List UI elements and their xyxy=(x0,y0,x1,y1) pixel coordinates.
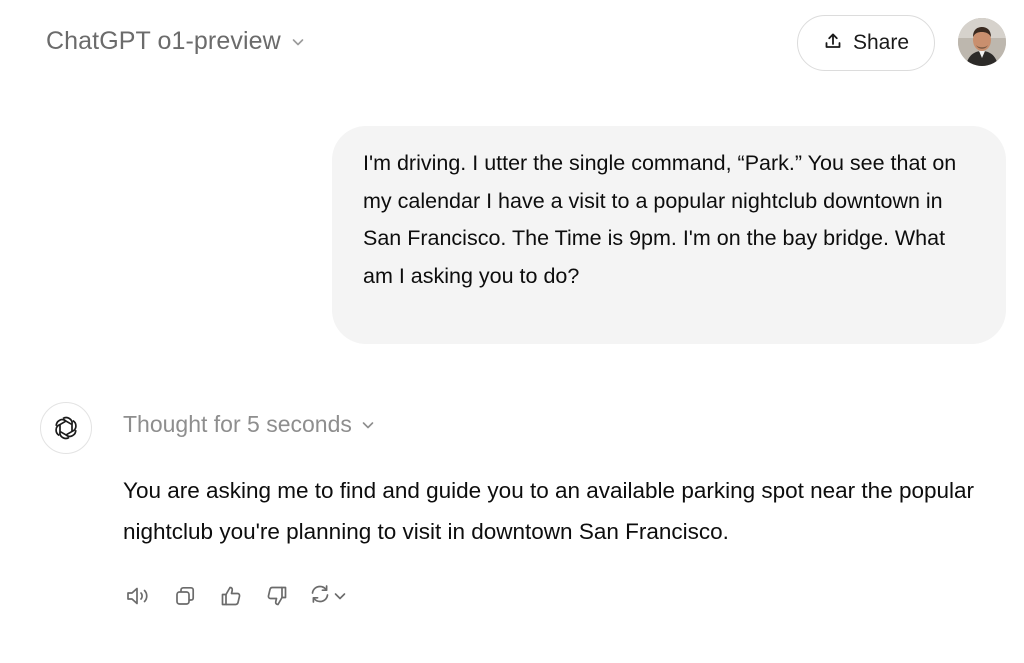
assistant-message-text: You are asking me to find and guide you … xyxy=(123,478,975,544)
share-icon xyxy=(823,31,843,56)
share-button[interactable]: Share xyxy=(797,15,935,71)
chevron-down-icon xyxy=(333,589,347,603)
openai-logo-icon xyxy=(40,402,92,454)
thumbs-down-button[interactable] xyxy=(262,581,292,611)
user-avatar[interactable] xyxy=(958,18,1006,66)
regenerate-button[interactable] xyxy=(308,582,347,611)
copy-button[interactable] xyxy=(170,581,200,611)
model-selector[interactable]: ChatGPT o1-preview xyxy=(46,27,305,56)
thumbs-up-button[interactable] xyxy=(216,581,246,611)
user-message-text: I'm driving. I utter the single command,… xyxy=(363,151,957,288)
thumbs-down-icon xyxy=(265,584,289,608)
copy-icon xyxy=(173,584,197,608)
user-message-bubble: I'm driving. I utter the single command,… xyxy=(332,126,1006,344)
thought-toggle[interactable]: Thought for 5 seconds xyxy=(123,411,375,438)
thought-label: Thought for 5 seconds xyxy=(123,411,352,437)
regenerate-icon xyxy=(308,582,332,611)
thumbs-up-icon xyxy=(219,584,243,608)
chevron-down-icon xyxy=(361,418,375,432)
share-label: Share xyxy=(852,31,910,54)
message-actions xyxy=(124,581,347,611)
read-aloud-button[interactable] xyxy=(124,581,154,611)
read-aloud-icon xyxy=(124,584,154,608)
chevron-down-icon xyxy=(291,35,305,49)
chat-page: ChatGPT o1-preview Share I'm driving. I … xyxy=(0,0,1024,663)
model-name: ChatGPT o1-preview xyxy=(46,27,281,55)
